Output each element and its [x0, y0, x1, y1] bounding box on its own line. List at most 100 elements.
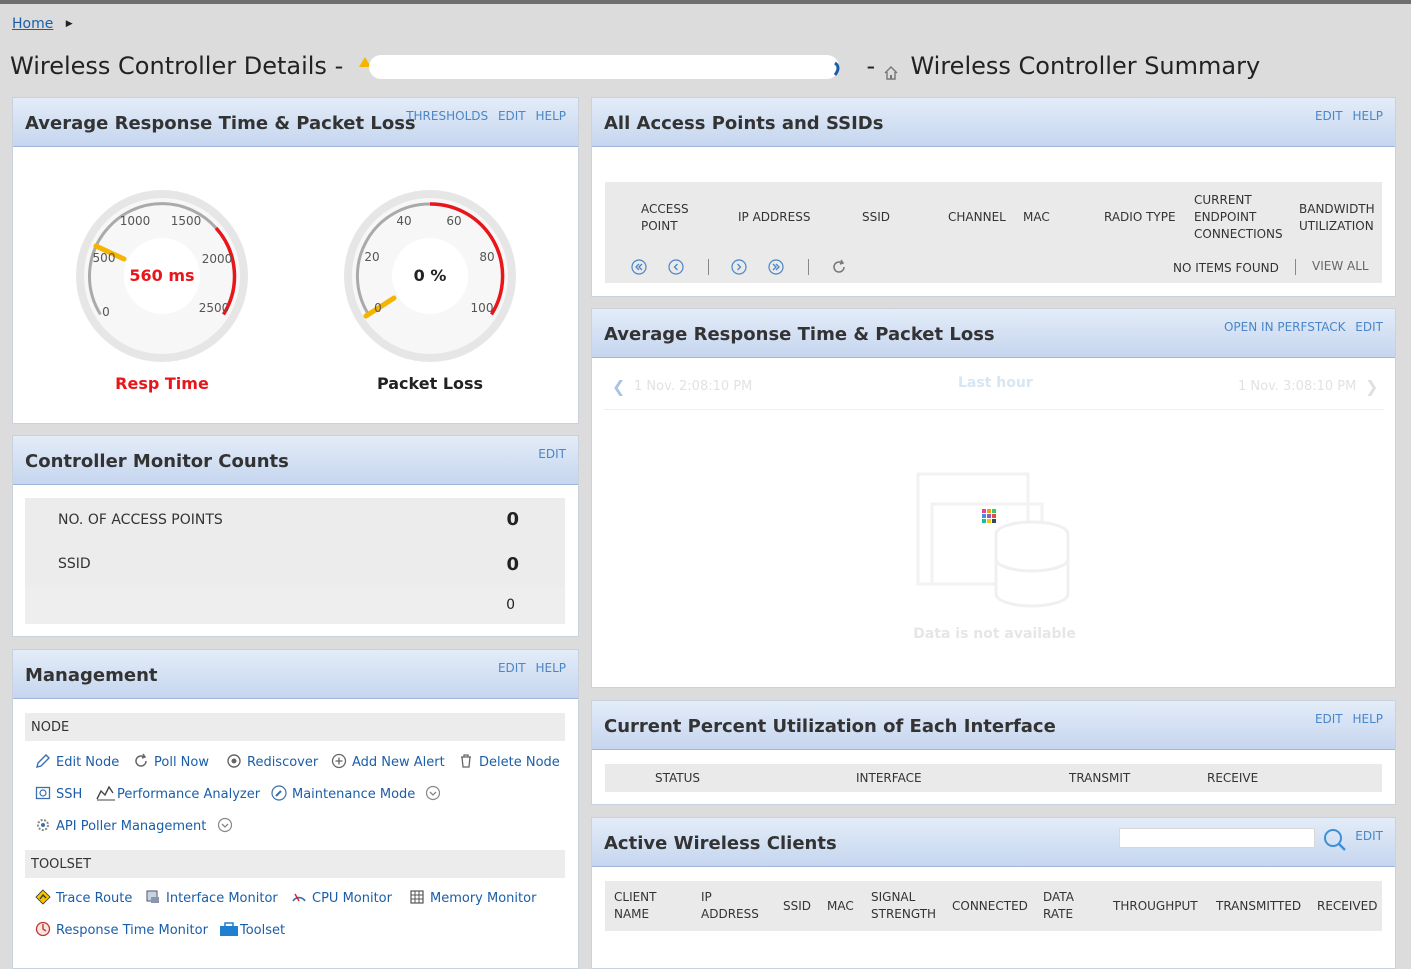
- tick-label: 60: [446, 214, 461, 228]
- range-prev-icon[interactable]: ❮: [612, 377, 625, 396]
- performance-analyzer-link[interactable]: Performance Analyzer: [96, 785, 260, 802]
- panel-title: Average Response Time & Packet Loss: [604, 324, 995, 345]
- column-header-ssid[interactable]: SSID: [862, 209, 890, 226]
- tick-label: 0: [374, 301, 382, 315]
- column-header-signal-strength[interactable]: SIGNAL STRENGTH: [871, 889, 941, 923]
- edit-node-link[interactable]: Edit Node: [35, 753, 119, 770]
- packet-loss-value: 0 %: [413, 266, 447, 285]
- access-points-panel: All Access Points and SSIDs EDIT HELP AC…: [591, 97, 1396, 297]
- memory-monitor-link[interactable]: Memory Monitor: [409, 889, 536, 906]
- column-header-transmit[interactable]: TRANSMIT: [1069, 770, 1130, 787]
- column-header-ip-address[interactable]: IP ADDRESS: [701, 889, 761, 923]
- edit-link[interactable]: EDIT: [1315, 712, 1343, 726]
- column-header-interface[interactable]: INTERFACE: [856, 770, 922, 787]
- node-section-header: NODE: [25, 713, 565, 741]
- thresholds-link[interactable]: THRESHOLDS: [406, 109, 488, 123]
- column-header-data-rate[interactable]: DATA RATE: [1043, 889, 1083, 923]
- count-row: SSID 0: [25, 543, 565, 587]
- count-row: 0: [25, 587, 565, 624]
- help-link[interactable]: HELP: [535, 109, 566, 123]
- page-title-prefix: Wireless Controller Details -: [10, 52, 344, 80]
- column-header-current-endpoint-connections[interactable]: CURRENT ENDPOINT CONNECTIONS: [1194, 192, 1289, 243]
- open-in-perfstack-link[interactable]: OPEN IN PERFSTACK: [1224, 320, 1346, 334]
- tick-label: 20: [364, 250, 379, 264]
- panel-header: Current Percent Utilization of Each Inte…: [592, 701, 1395, 750]
- range-next-icon[interactable]: ❯: [1365, 377, 1378, 396]
- view-all-link[interactable]: VIEW ALL: [1312, 258, 1369, 275]
- trash-icon: [458, 753, 474, 769]
- panel-header: Average Response Time & Packet Loss OPEN…: [592, 309, 1395, 358]
- edit-link[interactable]: EDIT: [1355, 320, 1383, 334]
- edit-link[interactable]: EDIT: [498, 661, 526, 675]
- help-link[interactable]: HELP: [1352, 712, 1383, 726]
- help-link[interactable]: HELP: [1352, 109, 1383, 123]
- separator: [808, 259, 809, 275]
- poll-now-link[interactable]: Poll Now: [133, 753, 209, 770]
- count-row: NO. OF ACCESS POINTS 0: [25, 498, 565, 543]
- edit-link[interactable]: EDIT: [1355, 829, 1383, 843]
- chevron-down-icon[interactable]: [425, 785, 441, 801]
- tick-label: 2000: [202, 252, 233, 266]
- breadcrumb: Home ▶: [12, 16, 73, 32]
- edit-link[interactable]: EDIT: [1315, 109, 1343, 123]
- page-title-suffix: Wireless Controller Summary: [910, 52, 1261, 80]
- ssh-link[interactable]: SSH: [35, 785, 82, 802]
- wireless-clients-table-header: CLIENT NAME IP ADDRESS SSID MAC SIGNAL S…: [605, 881, 1382, 931]
- count-label: NO. OF ACCESS POINTS: [58, 512, 223, 528]
- delete-node-link[interactable]: Delete Node: [458, 753, 560, 770]
- column-header-received[interactable]: RECEIVED: [1317, 898, 1377, 915]
- refresh-icon[interactable]: [831, 259, 847, 275]
- column-header-throughput[interactable]: THROUGHPUT: [1113, 898, 1198, 915]
- column-header-mac[interactable]: MAC: [1023, 209, 1050, 226]
- add-circle-icon: [331, 753, 347, 769]
- redacted-node-name: [355, 53, 855, 81]
- column-header-transmitted[interactable]: TRANSMITTED: [1216, 898, 1301, 915]
- column-header-connected[interactable]: CONNECTED: [952, 898, 1028, 915]
- column-header-client-name[interactable]: CLIENT NAME: [614, 889, 674, 923]
- resp-time-value: 560 ms: [129, 266, 195, 285]
- range-label[interactable]: Last hour: [958, 375, 1033, 391]
- column-header-ssid[interactable]: SSID: [783, 898, 811, 915]
- previous-page-icon[interactable]: [668, 259, 684, 275]
- response-time-monitor-link[interactable]: Response Time Monitor: [35, 921, 208, 938]
- breadcrumb-home-link[interactable]: Home: [12, 16, 53, 32]
- column-header-receive[interactable]: RECEIVE: [1207, 770, 1258, 787]
- trace-route-icon: [35, 889, 51, 905]
- maintenance-mode-link[interactable]: Maintenance Mode: [271, 785, 446, 802]
- panel-title: Controller Monitor Counts: [25, 451, 289, 472]
- chevron-down-icon[interactable]: [217, 817, 233, 833]
- rediscover-link[interactable]: Rediscover: [226, 753, 318, 770]
- column-header-ip-address[interactable]: IP ADDRESS: [738, 209, 810, 226]
- add-new-alert-link[interactable]: Add New Alert: [331, 753, 445, 770]
- utilization-table-header: STATUS INTERFACE TRANSMIT RECEIVE: [605, 764, 1382, 792]
- column-header-radio-type[interactable]: RADIO TYPE: [1104, 209, 1176, 226]
- count-value: 0: [506, 509, 519, 530]
- next-page-icon[interactable]: [731, 259, 747, 275]
- column-header-bandwidth-utilization[interactable]: BANDWIDTH UTILIZATION: [1299, 201, 1379, 235]
- interface-monitor-link[interactable]: Interface Monitor: [145, 889, 278, 906]
- help-link[interactable]: HELP: [535, 661, 566, 675]
- cpu-monitor-link[interactable]: CPU Monitor: [291, 889, 392, 906]
- count-value: 0: [506, 597, 515, 613]
- edit-link[interactable]: EDIT: [538, 447, 566, 461]
- tick-label: 2500: [199, 301, 230, 315]
- breadcrumb-arrow-icon[interactable]: ▶: [66, 19, 73, 29]
- tick-label: 80: [479, 250, 494, 264]
- trace-route-link[interactable]: Trace Route: [35, 889, 132, 906]
- column-header-status[interactable]: STATUS: [655, 770, 700, 787]
- edit-link[interactable]: EDIT: [498, 109, 526, 123]
- column-header-mac[interactable]: MAC: [827, 898, 854, 915]
- client-search-input[interactable]: [1119, 828, 1315, 848]
- tick-label: 1500: [171, 214, 202, 228]
- toolset-link[interactable]: Toolset: [219, 921, 285, 938]
- panel-links: EDIT HELP: [1309, 109, 1383, 123]
- column-header-channel[interactable]: CHANNEL: [948, 209, 1006, 226]
- api-poller-management-link[interactable]: API Poller Management: [35, 817, 238, 834]
- api-gear-icon: [35, 817, 51, 833]
- panel-header: Average Response Time & Packet Loss THRE…: [13, 98, 578, 147]
- search-icon[interactable]: [1323, 828, 1347, 852]
- panel-title: Management: [25, 665, 158, 686]
- first-page-icon[interactable]: [631, 259, 647, 275]
- column-header-access-point[interactable]: ACCESS POINT: [641, 201, 701, 235]
- last-page-icon[interactable]: [768, 259, 784, 275]
